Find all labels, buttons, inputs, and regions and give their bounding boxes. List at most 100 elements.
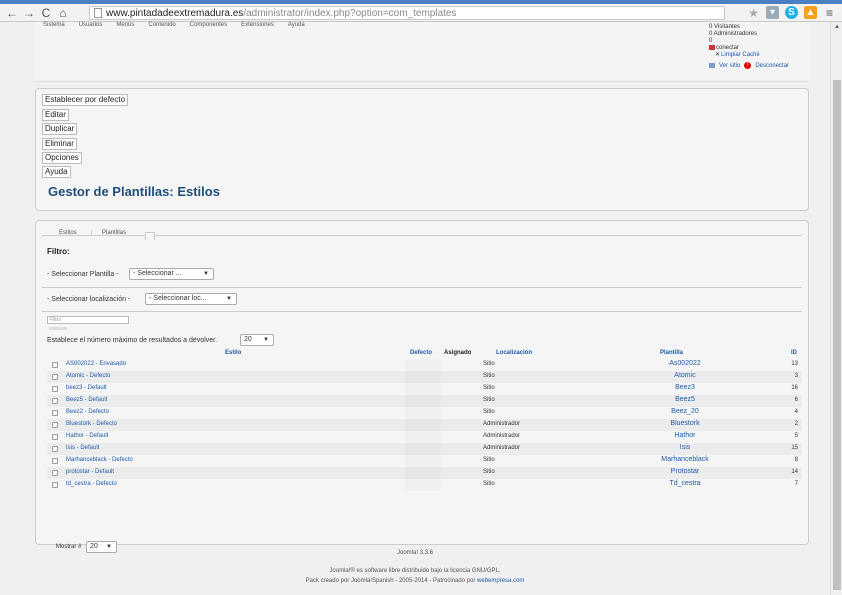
- style-name-link[interactable]: Beez5 - Default: [66, 397, 107, 403]
- view-site-link[interactable]: Ver sitio: [719, 63, 740, 69]
- url-host: www.pintadadeextremadura.es: [106, 7, 244, 19]
- tab-styles[interactable]: Estilos: [59, 230, 77, 236]
- connect-label[interactable]: conectar: [716, 45, 739, 51]
- style-name-link[interactable]: AS002022 - Envasado: [66, 361, 126, 367]
- style-name-link[interactable]: protostar - Default: [66, 469, 114, 475]
- row-checkbox[interactable]: [52, 422, 58, 428]
- default-cell[interactable]: [405, 443, 441, 455]
- row-checkbox[interactable]: [52, 386, 58, 392]
- menu-item-help[interactable]: Ayuda: [288, 22, 305, 28]
- style-name-link[interactable]: Beez2 - Defecto: [66, 409, 109, 415]
- location-cell: Sitio: [483, 373, 495, 379]
- default-cell[interactable]: [405, 407, 441, 419]
- row-checkbox[interactable]: [52, 470, 58, 476]
- default-cell[interactable]: [405, 371, 441, 383]
- edit-button[interactable]: Editar: [42, 109, 69, 121]
- default-cell[interactable]: [405, 431, 441, 443]
- style-name-link[interactable]: Isis - Default: [66, 445, 99, 451]
- template-link[interactable]: Atomic: [625, 372, 745, 379]
- browser-toolbar: ← → C ⌂ www.pintadadeextremadura.es/admi…: [0, 4, 842, 22]
- default-cell[interactable]: [405, 479, 441, 491]
- style-name-link[interactable]: beez3 - Default: [66, 385, 107, 391]
- default-cell[interactable]: [405, 455, 441, 467]
- row-checkbox[interactable]: [52, 410, 58, 416]
- table-row: Atomic - Defecto Sitio Atomic 3: [47, 371, 802, 383]
- id-cell: 13: [791, 361, 798, 367]
- scroll-thumb[interactable]: [833, 80, 841, 590]
- clear-cache-link[interactable]: Limpiar Caché: [721, 52, 760, 58]
- tab-templates[interactable]: Plantillas: [102, 230, 126, 236]
- template-link[interactable]: Beez3: [625, 384, 745, 391]
- menu-item-content[interactable]: Contenido: [148, 22, 175, 28]
- clear-cache-line[interactable]: ✕ Limpiar Caché: [709, 51, 809, 59]
- default-cell[interactable]: [405, 383, 441, 395]
- set-default-button[interactable]: Establecer por defecto: [42, 94, 129, 106]
- template-link[interactable]: As002022: [625, 360, 745, 367]
- forward-icon[interactable]: →: [22, 6, 36, 20]
- default-cell[interactable]: [405, 467, 441, 479]
- default-cell[interactable]: [405, 419, 441, 431]
- admins-line: 0 Administradores: [709, 30, 809, 37]
- back-icon[interactable]: ←: [5, 6, 19, 20]
- row-checkbox[interactable]: [52, 458, 58, 464]
- default-cell[interactable]: [405, 395, 441, 407]
- content-panel: Estilos | Plantillas Filtro: - Seleccion…: [35, 220, 809, 553]
- template-link[interactable]: Marhanceblack: [625, 456, 745, 463]
- duplicate-button[interactable]: Duplicar: [42, 123, 78, 135]
- browser-menu-icon[interactable]: ≡: [823, 6, 836, 20]
- style-name-link[interactable]: Atomic - Defecto: [66, 373, 110, 379]
- default-cell[interactable]: [405, 359, 441, 371]
- row-checkbox[interactable]: [52, 434, 58, 440]
- help-button[interactable]: Ayuda: [42, 166, 71, 178]
- analytics-icon[interactable]: ▲: [804, 6, 817, 19]
- search-buttons[interactable]: [49, 327, 67, 330]
- style-name-link[interactable]: Marhanceblack - Defecto: [66, 457, 133, 463]
- template-link[interactable]: Td_cestra: [625, 480, 745, 487]
- col-style-header[interactable]: Estilo: [225, 350, 241, 356]
- chevron-down-icon: ▼: [203, 271, 209, 277]
- delete-button[interactable]: Eliminar: [42, 138, 77, 150]
- page-scrollbar[interactable]: ▲: [830, 22, 842, 595]
- style-name-link[interactable]: Hathor - Default: [66, 433, 108, 439]
- id-cell: 8: [794, 457, 798, 463]
- style-name-link[interactable]: td_cestra - Defecto: [66, 481, 117, 487]
- col-location-header[interactable]: Localización: [496, 350, 532, 356]
- id-cell: 15: [791, 445, 798, 451]
- monitor-icon: [709, 63, 715, 68]
- options-button[interactable]: Opciones: [42, 152, 82, 164]
- reload-icon[interactable]: C: [39, 6, 53, 20]
- template-link[interactable]: Beez_20: [625, 408, 745, 415]
- location-filter-select[interactable]: - Seleccionar loc... ▼: [145, 293, 237, 305]
- col-default-header[interactable]: Defecto: [410, 350, 432, 356]
- row-checkbox[interactable]: [52, 398, 58, 404]
- template-link[interactable]: Bluestork: [625, 420, 745, 427]
- template-link[interactable]: Beez5: [625, 396, 745, 403]
- extension-shield-icon[interactable]: ▾: [766, 6, 779, 19]
- address-bar[interactable]: www.pintadadeextremadura.es/administrato…: [89, 6, 725, 20]
- menu-item-extensions[interactable]: Extensiones: [241, 22, 274, 28]
- scroll-up-icon[interactable]: ▲: [834, 24, 840, 30]
- menu-item-components[interactable]: Componentes: [190, 22, 227, 28]
- limit-select[interactable]: 20 ▼: [240, 334, 274, 346]
- row-checkbox[interactable]: [52, 482, 58, 488]
- skype-icon[interactable]: S: [785, 6, 798, 19]
- menu-item-menus[interactable]: Menús: [116, 22, 134, 28]
- row-checkbox[interactable]: [52, 374, 58, 380]
- search-input[interactable]: Filtro: [47, 316, 129, 324]
- footer-license: Joomla!® es software libre distribuido b…: [329, 568, 501, 574]
- template-filter-select[interactable]: - Seleccionar ... ▼: [129, 268, 214, 280]
- template-link[interactable]: Protostar: [625, 468, 745, 475]
- home-icon[interactable]: ⌂: [56, 6, 70, 20]
- col-id-header[interactable]: ID: [791, 350, 797, 356]
- style-name-link[interactable]: Bluestork - Defecto: [66, 421, 117, 427]
- template-link[interactable]: Hathor: [625, 432, 745, 439]
- menu-item-users[interactable]: Usuarios: [79, 22, 103, 28]
- bookmark-star-icon[interactable]: ★: [747, 6, 760, 20]
- sponsor-link[interactable]: webempresa.com: [477, 578, 524, 584]
- row-checkbox[interactable]: [52, 362, 58, 368]
- template-link[interactable]: Isis: [625, 444, 745, 451]
- col-template-header[interactable]: Plantilla: [660, 350, 683, 356]
- logout-link[interactable]: Desconectar: [755, 63, 789, 69]
- row-checkbox[interactable]: [52, 446, 58, 452]
- menu-item-system[interactable]: Sistema: [43, 22, 65, 28]
